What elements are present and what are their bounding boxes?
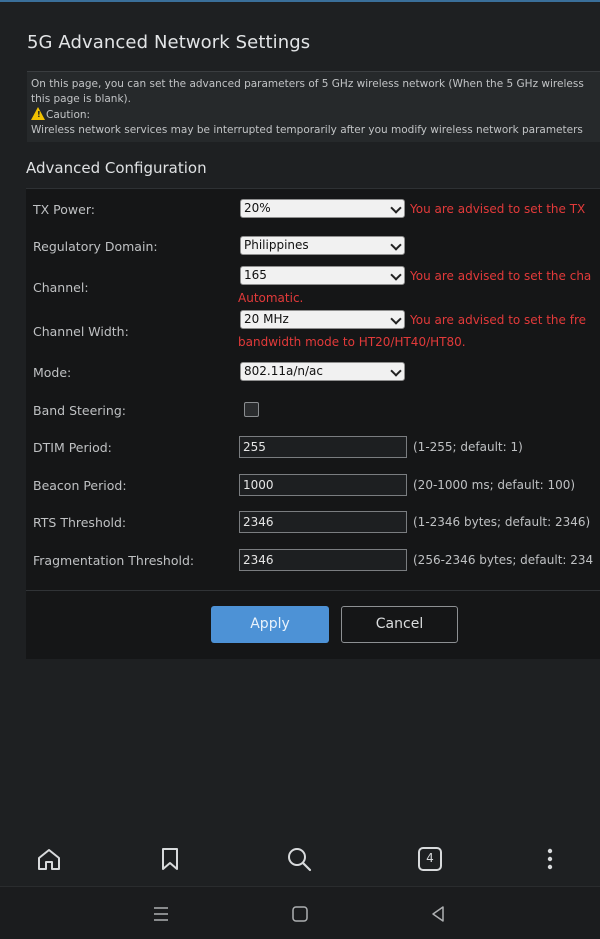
recents-icon[interactable] [151, 904, 171, 924]
more-vertical-icon[interactable] [536, 845, 564, 873]
system-navigation-bar [0, 886, 600, 939]
channel-width-label: Channel Width: [33, 324, 129, 339]
fragmentation-threshold-input[interactable]: 2346 [239, 549, 407, 571]
channel-width-select[interactable]: 20 MHz [240, 310, 405, 329]
chevron-down-icon [390, 365, 402, 377]
tabs-icon[interactable]: 4 [416, 845, 444, 873]
mode-select[interactable]: 802.11a/n/ac [240, 362, 405, 381]
mode-label: Mode: [33, 365, 72, 380]
home-icon[interactable] [35, 845, 63, 873]
tx-power-hint: You are advised to set the TX [410, 202, 586, 216]
tx-power-select[interactable]: 20% [240, 199, 405, 218]
warning-icon: ! [31, 107, 46, 120]
beacon-period-input[interactable]: 1000 [239, 474, 407, 496]
channel-hint-line-2: Automatic. [238, 291, 304, 305]
chevron-down-icon [390, 202, 402, 214]
caution-text: Wireless network services may be interru… [31, 124, 583, 136]
channel-width-hint-line-1: You are advised to set the fre [410, 313, 586, 327]
back-icon[interactable] [428, 904, 448, 924]
beacon-period-note: (20-1000 ms; default: 100) [413, 478, 576, 492]
advanced-configuration-panel: TX Power: 20% You are advised to set the… [26, 188, 600, 659]
regulatory-domain-select[interactable]: Philippines [240, 236, 405, 255]
channel-width-hint-line-2: bandwidth mode to HT20/HT40/HT80. [238, 335, 466, 349]
search-icon[interactable] [285, 845, 313, 873]
tx-power-value: 20% [244, 201, 271, 215]
caution-heading: ! Caution: [31, 107, 600, 123]
home-circle-icon[interactable] [290, 904, 310, 924]
browser-toolbar: 4 [0, 830, 600, 886]
dtim-period-note: (1-255; default: 1) [413, 440, 523, 454]
channel-width-value: 20 MHz [244, 312, 289, 326]
web-page: 5G Advanced Network Settings On this pag… [0, 0, 600, 830]
apply-button[interactable]: Apply [211, 606, 329, 643]
fragmentation-threshold-label: Fragmentation Threshold: [33, 553, 195, 568]
band-steering-label: Band Steering: [33, 403, 126, 418]
regulatory-domain-value: Philippines [244, 238, 309, 252]
cancel-button[interactable]: Cancel [341, 606, 458, 643]
mode-value: 802.11a/n/ac [244, 364, 323, 378]
rts-threshold-note: (1-2346 bytes; default: 2346) [413, 515, 591, 529]
caution-label: Caution: [46, 109, 91, 121]
channel-value: 165 [244, 268, 267, 282]
chevron-down-icon [390, 313, 402, 325]
regulatory-domain-label: Regulatory Domain: [33, 239, 158, 254]
rts-threshold-input[interactable]: 2346 [239, 511, 407, 533]
fragmentation-threshold-note: (256-2346 bytes; default: 234 [413, 553, 594, 567]
section-title: Advanced Configuration [26, 159, 207, 177]
chevron-down-icon [390, 269, 402, 281]
channel-label: Channel: [33, 280, 89, 295]
dtim-period-input[interactable]: 255 [239, 436, 407, 458]
tab-count: 4 [426, 851, 434, 865]
divider [26, 590, 600, 591]
bookmark-icon[interactable] [156, 845, 184, 873]
chevron-down-icon [390, 239, 402, 251]
band-steering-checkbox[interactable] [244, 402, 259, 417]
page-title: 5G Advanced Network Settings [27, 32, 311, 53]
beacon-period-label: Beacon Period: [33, 478, 127, 493]
channel-select[interactable]: 165 [240, 266, 405, 285]
channel-hint-line-1: You are advised to set the cha [410, 269, 592, 283]
description-line-1: On this page, you can set the advanced p… [31, 78, 584, 90]
tx-power-label: TX Power: [33, 202, 95, 217]
rts-threshold-label: RTS Threshold: [33, 515, 127, 530]
description-line-2: this page is blank). [31, 93, 131, 105]
dtim-period-label: DTIM Period: [33, 440, 112, 455]
description-box: On this page, you can set the advanced p… [27, 71, 600, 142]
